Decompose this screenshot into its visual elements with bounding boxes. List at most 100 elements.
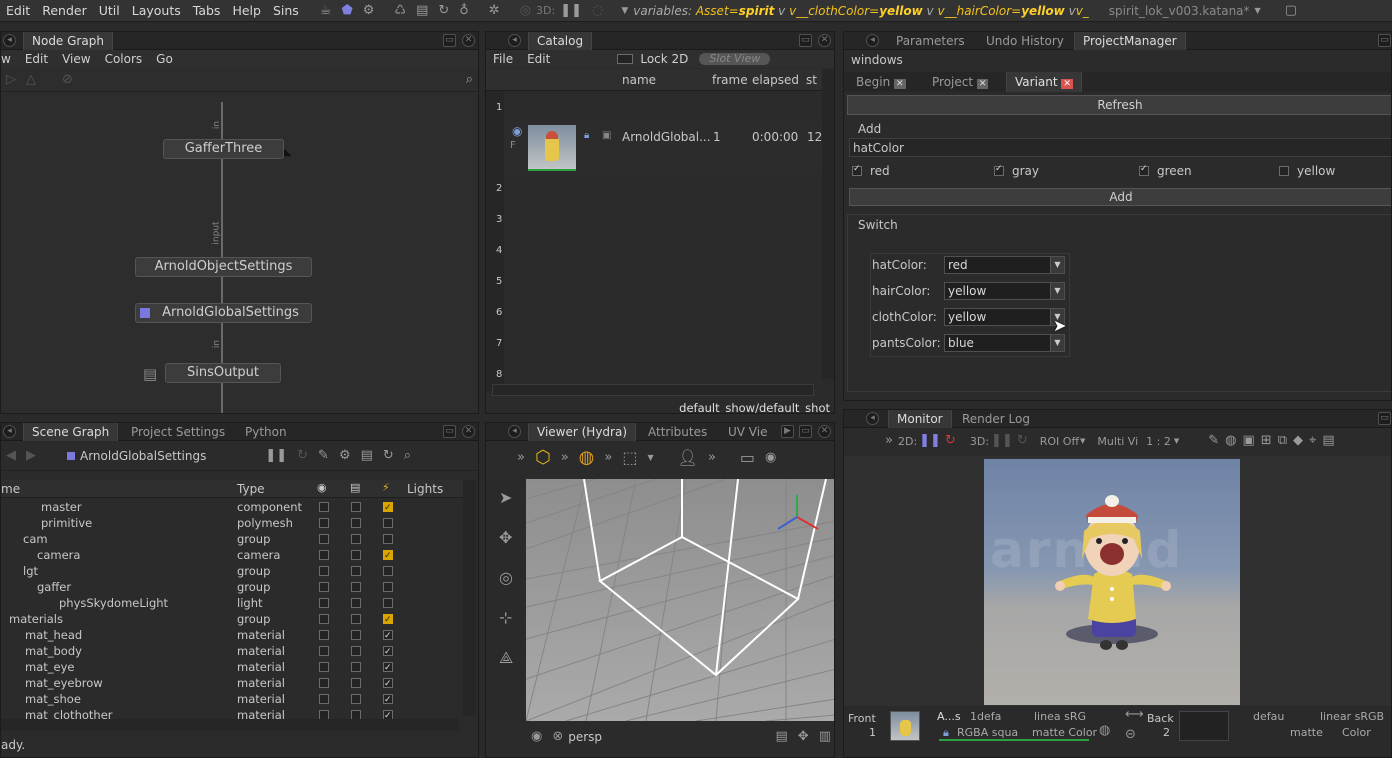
checkbox[interactable]	[319, 502, 329, 512]
select-arrow-icon[interactable]: ➤	[494, 487, 517, 509]
checkbox[interactable]	[319, 534, 329, 544]
close-icon[interactable]: ✕	[462, 34, 475, 47]
eyedropper-icon[interactable]: ✎	[1205, 430, 1222, 452]
layers-icon[interactable]: ▣	[1240, 430, 1258, 452]
checkbox[interactable]	[383, 500, 393, 516]
table-row[interactable]: mat_eyebrow material	[1, 675, 463, 692]
table-row[interactable]: physSkydomeLight light	[1, 595, 463, 611]
checkbox[interactable]	[319, 694, 329, 704]
monitor-icon[interactable]: ▭	[735, 447, 760, 469]
back-matte-dropdown[interactable]: matte	[1290, 726, 1323, 739]
menu-go[interactable]: Go	[149, 50, 180, 68]
refresh-icon[interactable]: ↻	[378, 445, 399, 467]
menu-layouts[interactable]: Layouts	[126, 0, 187, 22]
chevron-down-icon[interactable]: ▼	[642, 447, 658, 469]
checkbox[interactable]	[351, 694, 361, 704]
checkbox[interactable]	[383, 644, 393, 660]
checkbox-gray[interactable]: gray	[994, 164, 1039, 178]
menu-file[interactable]: File	[486, 50, 520, 68]
pause-icon[interactable]: ❚❚	[555, 0, 587, 22]
checkbox[interactable]	[319, 630, 329, 640]
expand-icon[interactable]: »	[880, 430, 898, 452]
window-icon[interactable]: ▢	[1280, 0, 1302, 22]
refresh-button[interactable]: Refresh	[847, 95, 1391, 115]
checkbox[interactable]	[319, 662, 329, 672]
menu-edit[interactable]: Edit	[18, 50, 55, 68]
compare-arrows-icon[interactable]: ⟷	[1120, 704, 1149, 726]
refresh-icon[interactable]: ↻	[943, 430, 958, 452]
compare-icon[interactable]: ⊞	[1258, 430, 1275, 452]
checkbox[interactable]	[351, 582, 361, 592]
horizontal-scrollbar[interactable]	[492, 384, 814, 396]
table-row[interactable]: mat_body material	[1, 643, 463, 660]
frame-icon[interactable]: ⊘	[57, 69, 78, 91]
col-elapsed[interactable]: elapsed	[752, 73, 799, 87]
close-icon[interactable]: ✕	[976, 79, 989, 89]
ratio-dropdown[interactable]: 1 : 2	[1146, 435, 1171, 448]
close-icon[interactable]: ✕	[1061, 79, 1073, 89]
pause-icon[interactable]: ❚❚	[260, 445, 292, 467]
checkbox[interactable]	[1139, 164, 1149, 176]
menu-sins[interactable]: Sins	[267, 0, 305, 22]
horizontal-scrollbar[interactable]	[1, 719, 459, 731]
checkbox-green[interactable]: green	[1139, 164, 1192, 178]
checkbox[interactable]	[319, 598, 329, 608]
swap-icon[interactable]: ◍	[1094, 720, 1115, 742]
clapper-icon[interactable]: ▤	[411, 0, 433, 22]
pause-icon[interactable]: ❚❚	[989, 430, 1015, 452]
cube-icon[interactable]: ⬡	[530, 447, 556, 469]
checkbox[interactable]	[1279, 166, 1289, 176]
checkbox[interactable]	[351, 662, 361, 672]
menu-tabs[interactable]: Tabs	[187, 0, 227, 22]
add-button[interactable]: Add	[849, 188, 1391, 206]
checkbox[interactable]	[351, 598, 361, 608]
checkbox[interactable]	[383, 676, 393, 692]
cancel-icon[interactable]: ◌	[587, 0, 608, 22]
checkbox[interactable]	[319, 518, 329, 528]
tab-project-settings[interactable]: Project Settings	[123, 423, 233, 441]
checkbox[interactable]	[351, 518, 361, 528]
checkbox[interactable]	[383, 708, 393, 719]
front-thumbnail[interactable]	[890, 711, 920, 741]
close-icon[interactable]: ✕	[894, 79, 906, 89]
search-icon[interactable]: ⌕	[461, 69, 478, 91]
clapper-icon[interactable]: ▤	[356, 445, 378, 467]
checkbox[interactable]	[319, 646, 329, 656]
table-row[interactable]: camera camera	[1, 547, 463, 564]
spiral-icon[interactable]: ◎	[515, 0, 536, 22]
scale-icon[interactable]: ⊹	[494, 607, 517, 629]
table-row[interactable]: mat_eye material	[1, 659, 463, 676]
variables-readout[interactable]: variables: Asset=spirit v v__clothColor=…	[633, 4, 1089, 18]
expand-icon[interactable]: »	[556, 447, 574, 469]
hat-color-select[interactable]: red ▼	[944, 256, 1065, 274]
tab-variant[interactable]: Variant ✕	[1006, 72, 1082, 92]
float-panel-icon[interactable]: ▭	[799, 34, 812, 47]
checkbox[interactable]	[351, 566, 361, 576]
checkbox[interactable]	[383, 628, 393, 644]
menu-view-prefix[interactable]: w	[1, 50, 18, 68]
checkbox[interactable]	[351, 502, 361, 512]
float-panel-icon[interactable]: ▭	[443, 34, 456, 47]
triangle-icon[interactable]: △	[21, 69, 41, 91]
dropdown-icon[interactable]: ▼	[616, 0, 633, 22]
back-color-dropdown[interactable]: Color	[1342, 726, 1371, 739]
lock-icon[interactable]: 🔒︎	[584, 130, 589, 141]
pause-icon[interactable]: ❚❚	[917, 430, 943, 452]
checkbox[interactable]	[351, 614, 361, 624]
tab-catalog[interactable]: Catalog	[528, 32, 593, 50]
panel-menu-icon[interactable]: ◂	[508, 425, 521, 438]
checkbox[interactable]	[383, 692, 393, 708]
tab-viewer-hydra[interactable]: Viewer (Hydra)	[528, 423, 636, 441]
checkbox[interactable]	[319, 550, 329, 560]
tab-monitor[interactable]: Monitor	[888, 410, 952, 428]
table-row[interactable]: master component	[1, 499, 463, 516]
gear-icon[interactable]: ⚙	[334, 445, 356, 467]
cloth-color-select[interactable]: yellow ▼	[944, 308, 1065, 326]
user-icon[interactable]: 👤︎	[673, 447, 703, 469]
tab-scroll-icon[interactable]: ▶	[781, 425, 794, 438]
float-panel-icon[interactable]: ▭	[1378, 412, 1391, 425]
checkbox[interactable]	[383, 660, 393, 676]
move-icon[interactable]: ✥	[793, 726, 814, 748]
link-icon[interactable]: ⊝	[1120, 724, 1141, 746]
shield-icon[interactable]: ⬟	[336, 0, 357, 22]
